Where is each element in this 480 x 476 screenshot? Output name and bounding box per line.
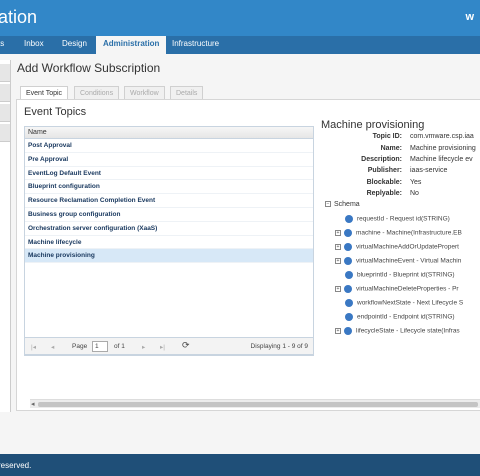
scroll-left-icon[interactable]: ◂ bbox=[31, 400, 35, 408]
expand-icon[interactable]: + bbox=[335, 286, 341, 292]
schema-item-label: requestId - Request id(STRING) bbox=[357, 215, 450, 223]
left-sidebar bbox=[0, 60, 11, 412]
schema-item[interactable]: + lifecycleState - Lifecycle state(Infras bbox=[335, 327, 460, 335]
nav-tab-inbox[interactable]: Inbox bbox=[24, 39, 44, 48]
schema-item[interactable]: endpointId - Endpoint id(STRING) bbox=[345, 313, 455, 321]
schema-item[interactable]: + virtualMachineDeleteProperties - Pr bbox=[335, 285, 459, 293]
field-label: Topic ID: bbox=[372, 133, 402, 140]
nav-tab-design[interactable]: Design bbox=[62, 39, 87, 48]
grid-pager: |◂ ◂ Page 1 of 1 ▸ ▸| ⟳ Displaying 1 - 9… bbox=[24, 337, 314, 355]
parameter-icon bbox=[345, 215, 353, 223]
app-header: ation w bbox=[0, 0, 480, 36]
field-label: Blockable: bbox=[366, 179, 402, 186]
field-value: com.vmware.csp.iaa bbox=[410, 133, 474, 140]
field-label: Description: bbox=[361, 156, 402, 163]
field-label: Replyable: bbox=[366, 190, 402, 197]
sidebar-item[interactable] bbox=[0, 104, 10, 122]
nav-tab-administration[interactable]: Administration bbox=[96, 36, 167, 54]
table-row[interactable]: EventLog Default Event bbox=[25, 167, 313, 181]
column-header-name[interactable]: Name bbox=[25, 127, 313, 139]
schema-item[interactable]: blueprintId - Blueprint id(STRING) bbox=[345, 271, 455, 279]
event-topics-title: Event Topics bbox=[24, 106, 87, 118]
parameter-icon bbox=[345, 271, 353, 279]
schema-node[interactable]: − Schema bbox=[325, 201, 360, 208]
sidebar-item[interactable] bbox=[0, 124, 10, 142]
sidebar-item[interactable] bbox=[0, 84, 10, 102]
tab-event-topic[interactable]: Event Topic bbox=[20, 86, 69, 100]
last-page-icon[interactable]: ▸| bbox=[160, 343, 165, 351]
table-row[interactable]: Business group configuration bbox=[25, 208, 313, 222]
parameter-icon bbox=[344, 285, 352, 293]
field-value: No bbox=[410, 190, 419, 197]
page-footer: reserved. bbox=[0, 454, 480, 476]
table-row[interactable]: Pre Approval bbox=[25, 153, 313, 167]
parameter-icon bbox=[344, 229, 352, 237]
nav-tab-infrastructure[interactable]: Infrastructure bbox=[172, 39, 219, 48]
expand-icon[interactable]: + bbox=[335, 258, 341, 264]
table-row[interactable]: Post Approval bbox=[25, 139, 313, 153]
tab-details[interactable]: Details bbox=[170, 86, 204, 100]
user-menu[interactable]: w bbox=[465, 11, 474, 23]
schema-item[interactable]: + virtualMachineAddOrUpdatePropert bbox=[335, 243, 459, 251]
parameter-icon bbox=[345, 299, 353, 307]
table-row[interactable]: Resource Reclamation Completion Event bbox=[25, 194, 313, 208]
schema-item-label: virtualMachineAddOrUpdatePropert bbox=[356, 243, 459, 251]
page-count: of 1 bbox=[114, 343, 125, 350]
parameter-icon bbox=[344, 257, 352, 265]
expand-icon[interactable]: + bbox=[335, 230, 341, 236]
table-row[interactable]: Blueprint configuration bbox=[25, 180, 313, 195]
schema-label: Schema bbox=[334, 201, 360, 208]
field-value: Yes bbox=[410, 179, 422, 186]
nav-tab-items[interactable]: ts bbox=[0, 39, 4, 48]
schema-item[interactable]: workflowNextState - Next Lifecycle S bbox=[345, 299, 463, 307]
schema-item-label: endpointId - Endpoint id(STRING) bbox=[357, 313, 455, 321]
page-title: Add Workflow Subscription bbox=[17, 61, 161, 75]
schema-item[interactable]: requestId - Request id(STRING) bbox=[345, 215, 450, 223]
schema-item-label: lifecycleState - Lifecycle state(Infras bbox=[356, 327, 460, 335]
table-row-selected[interactable]: Machine provisioning bbox=[25, 249, 313, 264]
schema-item-label: workflowNextState - Next Lifecycle S bbox=[357, 299, 464, 307]
schema-item-label: virtualMachineEvent - Virtual Machin bbox=[356, 257, 462, 265]
field-label: Name: bbox=[380, 145, 402, 152]
tab-conditions[interactable]: Conditions bbox=[74, 86, 120, 100]
schema-item[interactable]: + virtualMachineEvent - Virtual Machin bbox=[335, 257, 461, 265]
field-value: iaas-service bbox=[410, 167, 448, 174]
displaying-count: Displaying 1 - 9 of 9 bbox=[250, 343, 308, 350]
field-label: Publisher: bbox=[367, 167, 402, 174]
detail-title: Machine provisioning bbox=[321, 119, 425, 131]
parameter-icon bbox=[345, 313, 353, 321]
parameter-icon bbox=[344, 243, 352, 251]
first-page-icon[interactable]: |◂ bbox=[31, 343, 36, 351]
field-value: Machine provisioning bbox=[410, 145, 476, 152]
page-label: Page bbox=[72, 343, 88, 350]
schema-item-label: machine - Machine(Infrastructure.EB bbox=[356, 229, 462, 237]
table-row[interactable]: Orchestration server configuration (XaaS… bbox=[25, 222, 313, 236]
scrollbar-thumb[interactable] bbox=[38, 402, 478, 407]
app-title: ation bbox=[0, 7, 38, 27]
sidebar-item[interactable] bbox=[0, 64, 10, 82]
table-row[interactable]: Machine lifecycle bbox=[25, 236, 313, 250]
schema-item-label: blueprintId - Blueprint id(STRING) bbox=[357, 271, 455, 279]
refresh-icon[interactable]: ⟳ bbox=[182, 340, 190, 351]
field-value: Machine lifecycle ev bbox=[410, 156, 473, 163]
page-number-input[interactable]: 1 bbox=[92, 341, 108, 352]
schema-item-label: virtualMachineDeleteProperties - Pr bbox=[356, 285, 459, 293]
footer-copyright: reserved. bbox=[0, 461, 32, 470]
tab-workflow[interactable]: Workflow bbox=[124, 86, 165, 100]
expand-icon[interactable]: + bbox=[335, 244, 341, 250]
main-nav: ts Inbox Design Administration Infrastru… bbox=[0, 36, 480, 54]
parameter-icon bbox=[344, 327, 352, 335]
next-page-icon[interactable]: ▸ bbox=[142, 343, 145, 351]
horizontal-scrollbar[interactable]: ◂ bbox=[30, 399, 480, 408]
collapse-icon[interactable]: − bbox=[325, 201, 331, 208]
expand-icon[interactable]: + bbox=[335, 328, 341, 334]
prev-page-icon[interactable]: ◂ bbox=[51, 343, 54, 351]
schema-item[interactable]: + machine - Machine(Infrastructure.EB bbox=[335, 229, 462, 237]
event-topics-grid: Name Post Approval Pre Approval EventLog… bbox=[24, 126, 314, 356]
